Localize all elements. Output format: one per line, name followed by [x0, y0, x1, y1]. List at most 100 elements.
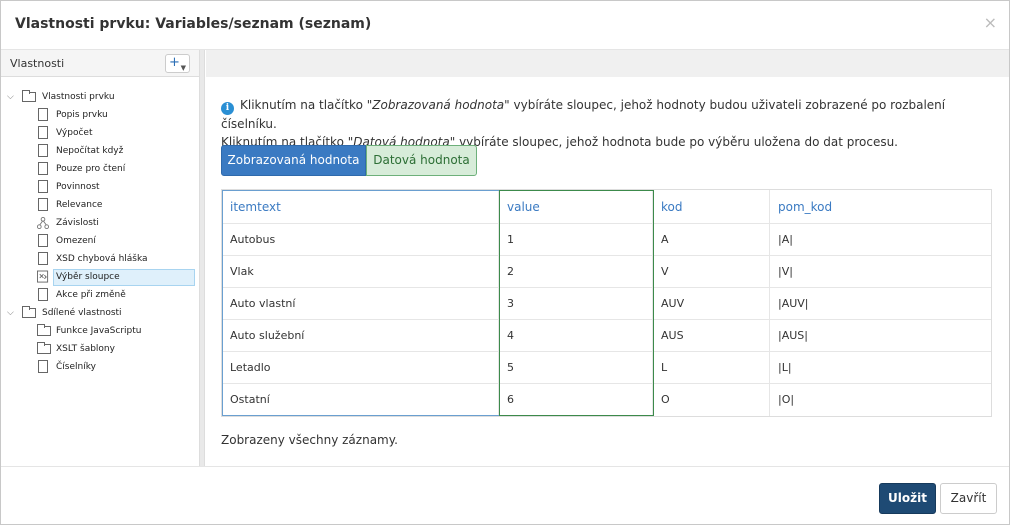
dialog-header: Vlastnosti prvku: Variables/seznam (sezn… — [1, 1, 1009, 50]
tree-node-label: Závislosti — [56, 218, 99, 228]
save-button[interactable]: Uložit — [879, 483, 936, 514]
table-cell: |AUS| — [778, 329, 808, 342]
table-cell: 3 — [499, 288, 653, 320]
folder-icon — [37, 342, 51, 354]
sidebar-header: Vlastnosti + ▼ — [1, 50, 199, 77]
column-select-icon — [37, 270, 49, 283]
dependency-icon — [37, 217, 49, 230]
tree-node-label: Funkce JavaScriptu — [56, 326, 142, 336]
table-cell: Vlak — [222, 256, 499, 288]
tree-node-nepocitat-kdyz[interactable]: Nepočítat když — [1, 143, 200, 161]
table-cell: Ostatní — [222, 384, 499, 416]
table-row[interactable]: Vlak 2 V |V| — [222, 256, 991, 288]
tree-node-label: Sdílené vlastnosti — [42, 308, 122, 318]
tree-node-sdilene-vlastnosti[interactable]: ⌵ Sdílené vlastnosti — [1, 305, 200, 323]
table-row[interactable]: Auto vlastní 3 AUV |AUV| — [222, 288, 991, 320]
table-row[interactable]: Autobus 1 A |A| — [222, 224, 991, 256]
tree-node-omezeni[interactable]: Omezení — [1, 233, 200, 251]
table-cell: |V| — [778, 265, 793, 278]
tree-node-label: XSD chybová hláška — [56, 254, 148, 264]
tree-node-label: XSLT šablony — [56, 344, 115, 354]
tree-node-label: Relevance — [56, 200, 103, 210]
tab-datova-hodnota[interactable]: Datová hodnota — [366, 145, 477, 176]
column-header-kod[interactable]: kod — [653, 190, 770, 224]
tree-node-label: Vlastnosti prvku — [42, 92, 115, 102]
table-cell: Auto vlastní — [222, 288, 499, 320]
tree-node-akce-pri-zmene[interactable]: Akce při změně — [1, 287, 200, 305]
properties-dialog: Vlastnosti prvku: Variables/seznam (sezn… — [0, 0, 1010, 525]
info-icon: i — [221, 102, 234, 115]
tree-node-ciselniky[interactable]: Číselníky — [1, 359, 200, 377]
file-icon — [38, 198, 48, 211]
tree-node-xsd-chybova-hlaska[interactable]: XSD chybová hláška — [1, 251, 200, 269]
tree-node-xslt-sablony[interactable]: XSLT šablony — [1, 341, 200, 359]
table-cell: |A| — [778, 233, 793, 246]
file-icon — [38, 288, 48, 301]
table-cell: L — [653, 352, 770, 384]
tree-node-funkce-javascriptu[interactable]: Funkce JavaScriptu — [1, 323, 200, 341]
chevron-down-icon[interactable]: ⌵ — [7, 308, 17, 318]
table-cell: V — [653, 256, 770, 288]
tree-node-popis-prvku[interactable]: Popis prvku — [1, 107, 200, 125]
main-content: i Kliknutím na tlačítko "Zobrazovaná hodn… — [206, 50, 1009, 466]
properties-sidebar: Vlastnosti + ▼ ⌵ Vlastnosti prvku Popis … — [1, 50, 200, 466]
file-icon — [38, 180, 48, 193]
folder-open-icon — [22, 90, 36, 102]
close-icon[interactable]: × — [984, 13, 997, 32]
table-cell: Autobus — [222, 224, 499, 256]
table-row[interactable]: Auto služební 4 AUS |AUS| — [222, 320, 991, 352]
tree-node-zavislosti[interactable]: Závislosti — [1, 215, 200, 233]
folder-open-icon — [22, 306, 36, 318]
tree-node-povinnost[interactable]: Povinnost — [1, 179, 200, 197]
table-cell: AUV — [653, 288, 770, 320]
tree-node-label: Číselníky — [56, 362, 96, 372]
tree-node-vypocet[interactable]: Výpočet — [1, 125, 200, 143]
caret-down-icon: ▼ — [180, 64, 186, 72]
table-header-row: itemtext value kod pom_kod — [222, 190, 991, 224]
info-message: i Kliknutím na tlačítko "Zobrazovaná hodn… — [221, 96, 1001, 151]
info-text: Kliknutím na tlačítko — [240, 98, 367, 112]
table-cell: |AUV| — [778, 297, 809, 310]
tree-node-vyber-sloupce[interactable]: Výběr sloupce — [1, 269, 200, 287]
info-text: vybíráte sloupec, jehož hodnota bude po … — [455, 135, 898, 149]
tree-node-pouze-pro-cteni[interactable]: Pouze pro čtení — [1, 161, 200, 179]
column-header-itemtext[interactable]: itemtext — [222, 190, 499, 224]
table-cell: |L| — [778, 361, 792, 374]
folder-icon — [37, 324, 51, 336]
records-status: Zobrazeny všechny záznamy. — [221, 433, 398, 447]
tree-node-label: Pouze pro čtení — [56, 164, 126, 174]
chevron-down-icon[interactable]: ⌵ — [7, 92, 17, 102]
properties-tree: ⌵ Vlastnosti prvku Popis prvku Výpočet N… — [1, 89, 200, 377]
tree-node-label: Nepočítat když — [56, 146, 124, 156]
panel-splitter[interactable] — [200, 50, 205, 466]
tree-node-label: Výběr sloupce — [56, 272, 120, 282]
tree-node-label: Popis prvku — [56, 110, 108, 120]
table-cell: 2 — [499, 256, 653, 288]
table-cell: |O| — [778, 393, 795, 406]
close-button[interactable]: Zavřít — [940, 483, 997, 514]
table-cell: 5 — [499, 352, 653, 384]
plus-icon: + — [169, 55, 180, 70]
tree-node-label: Povinnost — [56, 182, 100, 192]
sidebar-title: Vlastnosti — [10, 57, 65, 70]
file-icon — [38, 252, 48, 265]
tree-node-relevance[interactable]: Relevance — [1, 197, 200, 215]
tree-node-label: Omezení — [56, 236, 96, 246]
add-dropdown-button[interactable]: + ▼ — [165, 54, 190, 73]
file-icon — [38, 360, 48, 373]
table-cell: Letadlo — [222, 352, 499, 384]
column-header-value[interactable]: value — [499, 190, 653, 224]
dialog-title: Vlastnosti prvku: Variables/seznam (sezn… — [15, 16, 372, 32]
file-icon — [38, 162, 48, 175]
column-header-pom-kod[interactable]: pom_kod — [770, 190, 991, 224]
table-row[interactable]: Ostatní 6 O |O| — [222, 384, 991, 416]
file-icon — [38, 144, 48, 157]
tab-zobrazovana-hodnota[interactable]: Zobrazovaná hodnota — [221, 145, 366, 176]
tree-node-label: Akce při změně — [56, 290, 126, 300]
table-row[interactable]: Letadlo 5 L |L| — [222, 352, 991, 384]
table-cell: Auto služební — [222, 320, 499, 352]
table-cell: A — [653, 224, 770, 256]
codelist-table: itemtext value kod pom_kod Autobus 1 A |… — [221, 189, 992, 417]
table-cell: 4 — [499, 320, 653, 352]
tree-node-vlastnosti-prvku[interactable]: ⌵ Vlastnosti prvku — [1, 89, 200, 107]
